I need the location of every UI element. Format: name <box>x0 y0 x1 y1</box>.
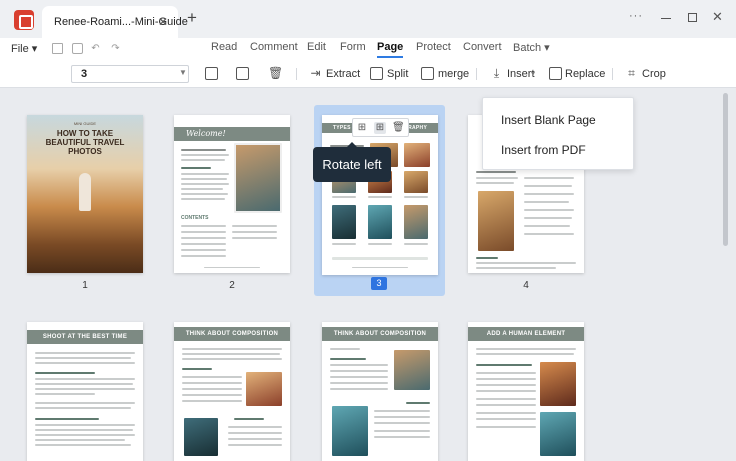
replace-button[interactable]: Replace <box>565 68 605 80</box>
extract-button[interactable]: Extract <box>326 68 360 80</box>
more-options-icon[interactable]: ··· <box>629 10 643 22</box>
page-thumbnail-7[interactable]: THINK ABOUT COMPOSITION <box>322 322 438 461</box>
delete-page-icon[interactable]: 🗑 <box>268 67 283 80</box>
tab-page[interactable]: Page <box>377 41 404 58</box>
undo-icon[interactable]: ↶ <box>90 43 101 54</box>
crop-icon[interactable]: ⌗ <box>625 67 638 80</box>
page-thumbnail-2[interactable]: Welcome! CONTENTS <box>174 115 290 273</box>
pdf-editor-window: Renee-Roami...-Mini-Guide ✕ + ··· ✕ File… <box>0 0 736 461</box>
delete-page-trash-icon[interactable]: 🗑 <box>392 122 405 134</box>
contents-heading: CONTENTS <box>181 215 209 221</box>
toolbar-divider <box>296 68 297 80</box>
scrollbar-thumb[interactable] <box>723 93 728 246</box>
page-number-select[interactable]: 3 ▼ <box>71 65 189 83</box>
minimize-button[interactable] <box>661 18 671 19</box>
close-tab-icon[interactable]: ✕ <box>158 15 168 29</box>
print-icon[interactable] <box>72 43 83 54</box>
replace-icon[interactable] <box>549 67 562 80</box>
maximize-button[interactable] <box>688 13 697 22</box>
document-tab[interactable]: Renee-Roami...-Mini-Guide ✕ <box>42 6 188 38</box>
page-6-banner: THINK ABOUT COMPOSITION <box>174 327 290 341</box>
page-5-banner: SHOOT AT THE BEST TIME <box>27 330 143 344</box>
page-thumbnail-5[interactable]: SHOOT AT THE BEST TIME <box>27 322 143 461</box>
cover-title: HOW TO TAKE BEAUTIFUL TRAVEL PHOTOS <box>45 129 125 156</box>
redo-icon[interactable]: ↷ <box>110 43 121 54</box>
insert-blank-page-item[interactable]: Insert Blank Page <box>501 113 596 127</box>
author-photo <box>234 143 282 213</box>
rotate-right-page-icon[interactable]: ⊞ <box>374 122 386 134</box>
page-label-4: 4 <box>523 280 529 291</box>
page-hover-actions: ⊞ ⊞ 🗑 <box>352 118 409 137</box>
rotate-left-icon[interactable] <box>205 67 218 80</box>
tab-batch[interactable]: Batch ▾ <box>513 41 550 54</box>
rotate-right-icon[interactable] <box>236 67 249 80</box>
page-7-banner: THINK ABOUT COMPOSITION <box>322 327 438 341</box>
tab-form[interactable]: Form <box>340 41 366 53</box>
insert-dropdown-menu: Insert Blank Page Insert from PDF <box>482 97 634 170</box>
page-label-1: 1 <box>82 280 88 291</box>
page-thumbnail-8[interactable]: ADD A HUMAN ELEMENT <box>468 322 584 461</box>
merge-button[interactable]: merge <box>438 68 469 80</box>
toolbar-divider <box>476 68 477 80</box>
title-bar: Renee-Roami...-Mini-Guide ✕ + ··· ✕ <box>0 0 736 38</box>
new-tab-button[interactable]: + <box>187 9 197 27</box>
tab-comment[interactable]: Comment <box>250 41 298 53</box>
page-thumbnail-1[interactable]: MINI GUIDE HOW TO TAKE BEAUTIFUL TRAVEL … <box>27 115 143 273</box>
split-icon[interactable] <box>370 67 383 80</box>
tab-read[interactable]: Read <box>211 41 237 53</box>
page-toolbar: 3 ▼ 🗑 ⇥ Extract Split merge ⤓ Insert ▾ R… <box>0 60 736 88</box>
chevron-down-icon: ▼ <box>179 68 187 77</box>
page-thumbnail-6[interactable]: THINK ABOUT COMPOSITION <box>174 322 290 461</box>
cover-kicker: MINI GUIDE <box>73 121 97 126</box>
rotate-left-page-icon[interactable]: ⊞ <box>356 122 368 134</box>
cover-person <box>79 173 91 211</box>
page-number-value: 3 <box>81 68 88 80</box>
tab-convert[interactable]: Convert <box>463 41 502 53</box>
menu-bar: File ▾ ↶ ↷ Read Comment Edit Form Page P… <box>0 38 736 60</box>
page-label-3: 3 <box>371 277 387 290</box>
split-button[interactable]: Split <box>387 68 408 80</box>
file-menu[interactable]: File ▾ <box>11 42 37 55</box>
insert-from-pdf-item[interactable]: Insert from PDF <box>501 143 586 157</box>
tab-edit[interactable]: Edit <box>307 41 326 53</box>
save-icon[interactable] <box>52 43 63 54</box>
merge-icon[interactable] <box>421 67 434 80</box>
insert-chevron-icon[interactable]: ▾ <box>531 69 535 78</box>
welcome-banner: Welcome! <box>174 127 290 141</box>
page-label-2: 2 <box>229 280 235 291</box>
app-logo-icon <box>14 10 34 30</box>
close-window-button[interactable]: ✕ <box>712 9 723 25</box>
page-8-banner: ADD A HUMAN ELEMENT <box>468 327 584 341</box>
toolbar-divider <box>612 68 613 80</box>
extract-icon[interactable]: ⇥ <box>309 67 322 80</box>
tab-protect[interactable]: Protect <box>416 41 451 53</box>
insert-icon[interactable]: ⤓ <box>490 67 503 80</box>
page-thumbnail-3[interactable]: TYPES OF TRAVEL PHOTOGRAPHY <box>322 115 438 275</box>
rotate-left-tooltip: Rotate left <box>313 142 391 182</box>
crop-button[interactable]: Crop <box>642 68 666 80</box>
